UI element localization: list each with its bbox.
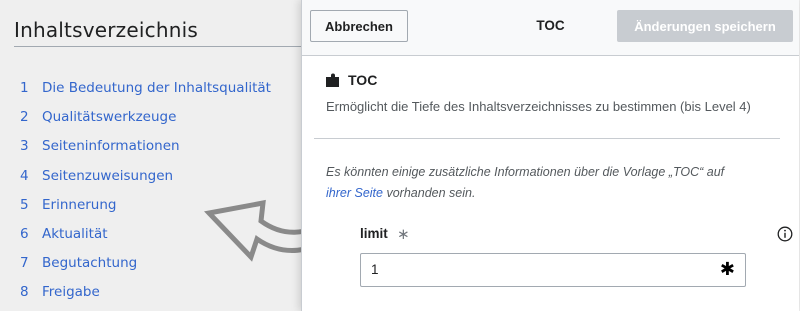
limit-input[interactable]: 1 ✱ xyxy=(360,253,746,287)
toc-heading: Inhaltsverzeichnis xyxy=(14,18,198,42)
dialog-header: Abbrechen TOC Änderungen speichern xyxy=(302,0,799,56)
template-info-note: Es könnten einige zusätzliche Informatio… xyxy=(326,162,786,204)
page: Inhaltsverzeichnis 1 Die Bedeutung der In… xyxy=(0,0,800,311)
toc-item-number: 3 xyxy=(20,138,29,155)
note-prefix: Es könnten einige zusätzliche Informatio… xyxy=(326,165,725,179)
toc-item[interactable]: 2 Qualitätswerkzeuge xyxy=(20,109,271,138)
toc-item-label[interactable]: Aktualität xyxy=(42,226,108,242)
limit-input-value[interactable]: 1 xyxy=(371,262,379,277)
toc-item-number: 4 xyxy=(20,167,29,184)
toc-item-label[interactable]: Qualitätswerkzeuge xyxy=(42,109,176,125)
required-marker: ∗ xyxy=(397,225,410,243)
cancel-button[interactable]: Abbrechen xyxy=(310,10,408,42)
save-changes-button[interactable]: Änderungen speichern xyxy=(617,10,793,42)
toc-item-label[interactable]: Begutachtung xyxy=(42,255,137,271)
toc-item-label[interactable]: Die Bedeutung der Inhaltsqualität xyxy=(42,80,271,96)
heading-divider xyxy=(14,46,314,47)
toc-item[interactable]: 1 Die Bedeutung der Inhaltsqualität xyxy=(20,80,271,109)
note-suffix: vorhanden sein. xyxy=(386,186,476,200)
toc-item-number: 8 xyxy=(20,284,29,301)
toc-item-label[interactable]: Seitenzuweisungen xyxy=(42,168,173,184)
info-icon[interactable] xyxy=(777,226,793,242)
toc-item-label[interactable]: Freigabe xyxy=(42,284,100,300)
template-dialog: Abbrechen TOC Änderungen speichern TOC E… xyxy=(301,0,799,311)
template-name: TOC xyxy=(348,72,378,88)
template-description: Ermöglicht die Tiefe des Inhaltsverzeich… xyxy=(326,99,751,114)
template-title-row: TOC xyxy=(326,70,377,90)
toc-item-number: 7 xyxy=(20,255,29,272)
parameter-label: limit xyxy=(360,226,388,241)
toc-item[interactable]: 4 Seitenzuweisungen xyxy=(20,168,271,197)
parameter-label-row: limit ∗ xyxy=(360,225,793,246)
toc-item[interactable]: 3 Seiteninformationen xyxy=(20,138,271,167)
toc-item-number: 6 xyxy=(20,225,29,242)
toc-item-number: 1 xyxy=(20,80,29,96)
toc-item-number: 2 xyxy=(20,109,29,126)
toc-item-number: 5 xyxy=(20,196,29,213)
template-page-link[interactable]: ihrer Seite xyxy=(326,186,383,200)
divider xyxy=(314,138,780,139)
asterisk-icon: ✱ xyxy=(719,259,735,280)
puzzle-piece-icon xyxy=(326,73,339,87)
toc-item-label[interactable]: Erinnerung xyxy=(42,197,116,213)
toc-item-label[interactable]: Seiteninformationen xyxy=(42,138,180,154)
